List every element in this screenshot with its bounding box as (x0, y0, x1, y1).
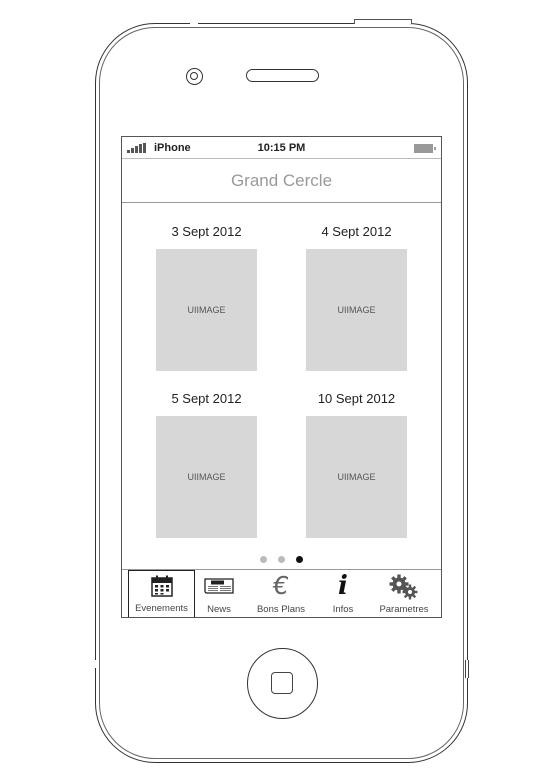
page-control[interactable] (122, 556, 441, 566)
tab-label: Infos (332, 604, 354, 615)
navigation-bar: Grand Cercle (122, 159, 441, 203)
event-date: 4 Sept 2012 (321, 224, 392, 239)
status-time: 10:15 PM (257, 142, 306, 154)
volume-button (465, 660, 469, 678)
gears-icon (389, 574, 418, 600)
tab-parametres[interactable]: Parametres (374, 570, 434, 617)
event-item[interactable]: 5 Sept 2012 UIIMAGE (156, 390, 257, 538)
tab-evenements[interactable]: Evenements (128, 570, 195, 617)
info-icon: i (338, 571, 348, 601)
power-button (354, 19, 412, 24)
event-item[interactable]: 10 Sept 2012 UIIMAGE (306, 390, 407, 538)
event-date: 10 Sept 2012 (317, 391, 396, 406)
event-image[interactable]: UIIMAGE (156, 416, 257, 538)
status-bar: iPhone 10:15 PM (122, 137, 441, 159)
image-placeholder-label: UIIMAGE (187, 472, 226, 482)
home-button-icon (271, 672, 293, 694)
tab-label: Evenements (135, 603, 188, 614)
speaker-grille (246, 69, 319, 82)
tab-label: Bons Plans (256, 604, 306, 615)
tab-bons-plans[interactable]: € Bons Plans (250, 570, 312, 617)
tab-bar: Evenements News € Bons Plans i Infos Par… (122, 569, 441, 617)
battery-icon (414, 144, 436, 153)
newspaper-icon (204, 578, 234, 594)
page-dot[interactable] (278, 556, 285, 563)
event-date: 5 Sept 2012 (171, 391, 242, 406)
event-date: 3 Sept 2012 (171, 224, 242, 239)
event-item[interactable]: 3 Sept 2012 UIIMAGE (156, 223, 257, 371)
page-dot[interactable] (260, 556, 267, 563)
image-placeholder-label: UIIMAGE (187, 305, 226, 315)
image-placeholder-label: UIIMAGE (337, 305, 376, 315)
event-image[interactable]: UIIMAGE (306, 249, 407, 371)
calendar-icon (150, 575, 173, 597)
tab-label: Parametres (379, 604, 429, 615)
event-image[interactable]: UIIMAGE (156, 249, 257, 371)
tab-label: News (207, 604, 231, 615)
event-item[interactable]: 4 Sept 2012 UIIMAGE (306, 223, 407, 371)
tab-news[interactable]: News (196, 570, 242, 617)
front-camera (186, 68, 203, 85)
euro-icon: € (273, 571, 289, 600)
frame-notch (190, 21, 198, 25)
image-placeholder-label: UIIMAGE (337, 472, 376, 482)
phone-screen: iPhone 10:15 PM Grand Cercle 3 Sept 2012… (121, 136, 442, 618)
page-dot-active[interactable] (296, 556, 303, 563)
tab-infos[interactable]: i Infos (322, 570, 364, 617)
frame-side-gap-left (93, 660, 97, 668)
page-title: Grand Cercle (230, 171, 333, 190)
event-image[interactable]: UIIMAGE (306, 416, 407, 538)
